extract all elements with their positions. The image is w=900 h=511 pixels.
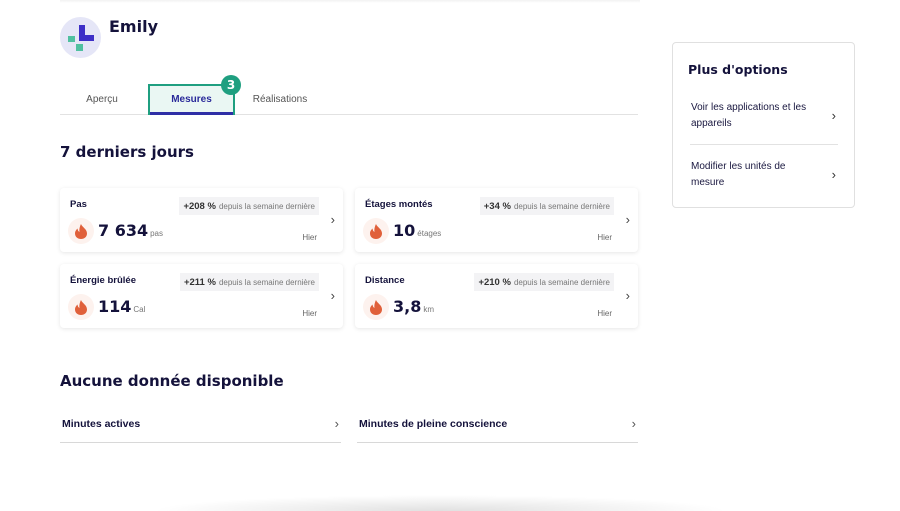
no-data-label: Minutes de pleine conscience <box>359 418 508 430</box>
chevron-right-icon: › <box>330 212 335 227</box>
bottom-sheet-shadow <box>150 495 730 511</box>
chevron-right-icon: › <box>625 288 630 303</box>
card-value: 3,8 km <box>393 297 435 316</box>
step-badge: 3 <box>221 75 241 95</box>
flame-icon <box>68 294 94 320</box>
no-data-item-mindfulness-minutes[interactable]: Minutes de pleine conscience › <box>357 408 638 443</box>
top-edge-shadow <box>60 0 640 3</box>
chevron-right-icon: › <box>330 288 335 303</box>
section-title-last-7-days: 7 derniers jours <box>60 143 194 161</box>
change-value: +34 % <box>483 200 511 212</box>
card-date: Hier <box>302 233 317 242</box>
section-title-no-data: Aucune donnée disponible <box>60 372 284 390</box>
change-badge: +34 % depuis la semaine dernière <box>479 197 614 215</box>
change-badge: +211 % depuis la semaine dernière <box>179 273 319 291</box>
no-data-label: Minutes actives <box>62 418 141 430</box>
options-title: Plus d'options <box>688 62 788 77</box>
tab-bar: Aperçu Mesures Réalisations <box>60 84 638 115</box>
chevron-right-icon: › <box>334 416 339 431</box>
metric-card-distance[interactable]: Distance +210 % depuis la semaine dernièr… <box>355 264 638 328</box>
change-text: depuis la semaine dernière <box>513 277 610 287</box>
option-view-apps-devices[interactable]: Voir les applications et les appareils › <box>690 100 838 145</box>
profile-name: Emily <box>109 17 158 36</box>
avatar <box>60 17 101 58</box>
change-badge: +208 % depuis la semaine dernière <box>179 197 319 215</box>
card-unit: étages <box>417 229 442 238</box>
card-date: Hier <box>302 309 317 318</box>
tab-apercu[interactable]: Aperçu <box>60 84 144 115</box>
card-title: Étages montés <box>365 199 433 210</box>
option-label: Modifier les unités de mesure <box>691 161 786 188</box>
card-title: Énergie brûlée <box>70 275 136 286</box>
change-value: +211 % <box>183 276 216 288</box>
card-unit: pas <box>150 229 164 238</box>
tab-realisations[interactable]: Réalisations <box>240 84 320 115</box>
chevron-right-icon: › <box>625 212 630 227</box>
chevron-right-icon: › <box>831 108 836 123</box>
option-label: Voir les applications et les appareils <box>691 102 807 129</box>
card-value: 114 Cal <box>98 297 146 316</box>
metric-card-floors[interactable]: Étages montés +34 % depuis la semaine der… <box>355 188 638 252</box>
health-plus-logo-icon <box>68 25 94 51</box>
change-text: depuis la semaine dernière <box>218 277 315 287</box>
card-value: 7 634 pas <box>98 221 164 240</box>
chevron-right-icon: › <box>831 167 836 182</box>
chevron-right-icon: › <box>631 416 636 431</box>
change-badge: +210 % depuis la semaine dernière <box>474 273 614 291</box>
flame-icon <box>363 294 389 320</box>
change-text: depuis la semaine dernière <box>218 201 315 211</box>
card-unit: Cal <box>133 305 146 314</box>
no-data-item-active-minutes[interactable]: Minutes actives › <box>60 408 341 443</box>
metric-card-steps[interactable]: Pas +208 % depuis la semaine dernière 7 6… <box>60 188 343 252</box>
change-value: +208 % <box>183 200 216 212</box>
card-title: Distance <box>365 275 405 286</box>
card-unit: km <box>423 305 435 314</box>
more-options-panel: Plus d'options Voir les applications et … <box>672 42 855 208</box>
metric-card-energy[interactable]: Énergie brûlée +211 % depuis la semaine d… <box>60 264 343 328</box>
flame-icon <box>363 218 389 244</box>
change-value: +210 % <box>478 276 511 288</box>
card-date: Hier <box>597 233 612 242</box>
option-modify-units[interactable]: Modifier les unités de mesure › <box>690 145 838 195</box>
flame-icon <box>68 218 94 244</box>
card-date: Hier <box>597 309 612 318</box>
card-value: 10 étages <box>393 221 442 240</box>
change-text: depuis la semaine dernière <box>513 201 610 211</box>
card-title: Pas <box>70 199 87 210</box>
